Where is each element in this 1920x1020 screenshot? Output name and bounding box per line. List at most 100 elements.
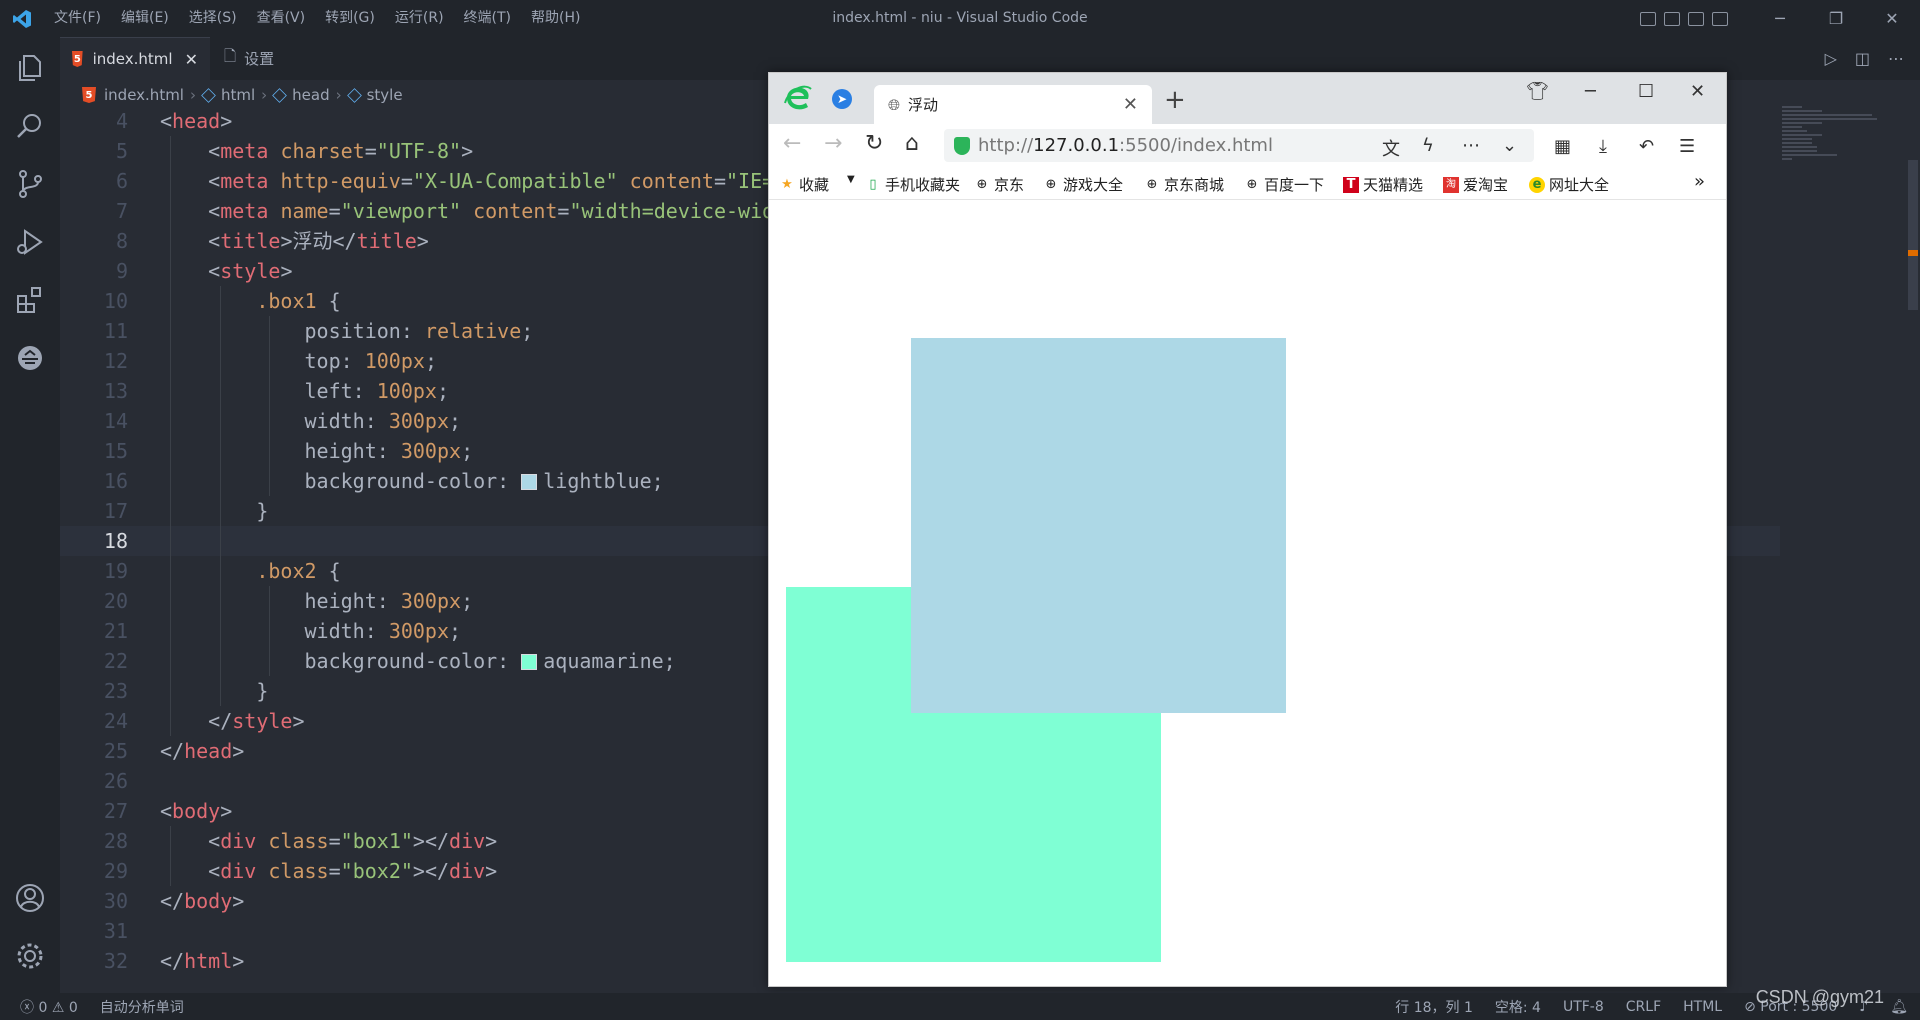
remote-explorer-icon[interactable] [13,341,47,375]
bookmark-item[interactable]: 淘爱淘宝 [1443,174,1508,195]
toggle-panel-icon[interactable] [1664,11,1680,26]
notifications-icon[interactable]: 🔔︎ [1890,999,1908,1015]
element-icon [272,87,288,103]
breadcrumb-head[interactable]: head [292,86,329,104]
translate-icon[interactable]: 文 [1382,135,1400,161]
home-button[interactable]: ⌂ [905,133,919,155]
error-icon: ⓧ [20,999,34,1016]
vertical-scrollbar[interactable] [1908,160,1918,310]
minimap[interactable] [1782,106,1902,226]
menu-view[interactable]: 查看(V) [247,0,316,37]
more-actions-icon[interactable]: ⋯ [1888,49,1904,68]
cursor-position[interactable]: 行 18，列 1 [1395,997,1473,1017]
settings-gear-icon[interactable] [13,939,47,973]
line-number: 10 [103,289,128,313]
close-window-button[interactable]: ✕ [1864,0,1920,37]
tmall-icon: T [1343,176,1359,193]
chevron-down-icon[interactable]: ⌄ [1502,135,1517,156]
search-icon[interactable] [13,109,47,143]
file-icon: 🗋 [224,47,237,65]
undo-icon[interactable]: ↶ [1639,136,1654,157]
globe-icon: 🌐︎ [888,95,901,114]
explorer-icon[interactable] [13,51,47,85]
menu-selection[interactable]: 选择(S) [179,0,247,37]
lightning-icon[interactable]: ϟ [1422,135,1434,156]
address-bar[interactable]: http://127.0.0.1:5500/index.html 文 ϟ ⋯ ⌄ [944,129,1534,162]
bookmark-item[interactable]: T 天猫精选 [1343,174,1423,195]
customize-layout-icon[interactable] [1712,11,1728,26]
download-icon[interactable]: ⤓ [1599,136,1607,157]
tab-index-html[interactable]: 5 index.html ✕ [60,37,210,80]
tab-settings[interactable]: 🗋 设置 [212,37,342,80]
line-number: 14 [103,409,128,433]
bookmark-item[interactable]: ▯ 手机收藏夹 [865,174,960,195]
close-window-button[interactable]: ✕ [1690,81,1705,102]
code-line: background-color: aquamarine; [304,649,676,673]
title-bar: 文件(F) 编辑(E) 选择(S) 查看(V) 转到(G) 运行(R) 终端(T… [0,0,1920,37]
status-bar: ⓧ 0 ⚠ 0 自动分析单词 行 18，列 1 空格: 4 UTF-8 CRLF… [0,993,1920,1020]
extensions-icon[interactable] [13,283,47,317]
restore-button[interactable]: ❐ [1808,0,1864,37]
watermark: CSDN @gym21 [1755,987,1884,1007]
split-editor-icon[interactable]: ◫ [1855,49,1870,68]
breadcrumb-style[interactable]: style [367,86,403,104]
line-number: 25 [103,739,128,763]
code-line: <meta http-equiv="X-UA-Compatible" conte… [208,169,846,193]
menu-edit[interactable]: 编辑(E) [111,0,179,37]
bookmark-item[interactable]: ★ 收藏 [779,174,829,195]
code-line: } [256,679,269,703]
encoding[interactable]: UTF-8 [1563,999,1604,1015]
reload-button[interactable]: ↻ [865,133,883,155]
menu-icon[interactable]: ☰ [1679,136,1695,157]
maximize-button[interactable]: ☐ [1638,81,1654,102]
problems-indicator[interactable]: ⓧ 0 ⚠ 0 [20,997,78,1017]
back-button[interactable]: ← [783,133,801,155]
toggle-sidebar-icon[interactable] [1640,11,1656,26]
browser-tab-active[interactable]: 🌐︎ 浮动 ✕ [874,85,1152,124]
account-icon[interactable] [13,881,47,915]
code-line: <body> [160,799,233,823]
bookmark-item[interactable]: ⊕ 京东 [974,174,1024,195]
run-debug-icon[interactable] [13,225,47,259]
more-bookmarks-icon[interactable]: » [1694,171,1705,192]
skin-icon[interactable]: 👕︎ [1526,81,1549,102]
breadcrumb-html[interactable]: html [221,86,255,104]
telegram-icon[interactable]: ➤ [832,89,852,109]
bookmark-item[interactable]: e 网址大全 [1529,174,1609,195]
menu-go[interactable]: 转到(G) [315,0,385,37]
code-line: <meta charset="UTF-8"> [208,139,474,163]
close-tab-icon[interactable]: ✕ [1123,94,1138,115]
warning-icon: ⚠ [51,999,65,1016]
source-control-icon[interactable] [13,167,47,201]
bookmark-item[interactable]: ⊕ 游戏大全 [1043,174,1123,195]
line-ending[interactable]: CRLF [1626,999,1661,1015]
element-icon [346,87,362,103]
line-number: 17 [103,499,128,523]
apps-grid-icon[interactable]: ▦ [1554,136,1571,157]
close-tab-icon[interactable]: ✕ [185,50,198,69]
language-mode[interactable]: HTML [1683,999,1722,1015]
menu-terminal[interactable]: 终端(T) [454,0,521,37]
spell-status[interactable]: 自动分析单词 [100,997,184,1017]
dropdown-arrow-icon[interactable]: ▼ [847,174,855,185]
color-swatch-icon[interactable] [521,474,538,490]
code-line: height: 300px; [304,439,474,463]
more-icon[interactable]: ⋯ [1462,135,1480,156]
browser-logo-icon[interactable] [783,83,813,113]
menu-run[interactable]: 运行(R) [385,0,454,37]
bookmark-item[interactable]: ⊕ 京东商城 [1144,174,1224,195]
toggle-secondary-sidebar-icon[interactable] [1688,11,1704,26]
bookmark-item[interactable]: ⊕ 百度一下 [1244,174,1324,195]
forward-button[interactable]: → [824,133,842,155]
minimize-button[interactable]: ─ [1752,0,1808,37]
menu-file[interactable]: 文件(F) [44,0,111,37]
indentation[interactable]: 空格: 4 [1495,997,1541,1017]
browser-tab-bar: ➤ 🌐︎ 浮动 ✕ + 👕︎ ─ ☐ ✕ [769,73,1726,124]
color-swatch-icon[interactable] [521,654,538,670]
new-tab-button[interactable]: + [1164,85,1186,115]
menu-help[interactable]: 帮助(H) [521,0,590,37]
code-line: </body> [160,889,245,913]
run-file-icon[interactable]: ▷ [1825,49,1837,68]
minimize-button[interactable]: ─ [1585,81,1596,102]
breadcrumb-file[interactable]: index.html [104,86,184,104]
